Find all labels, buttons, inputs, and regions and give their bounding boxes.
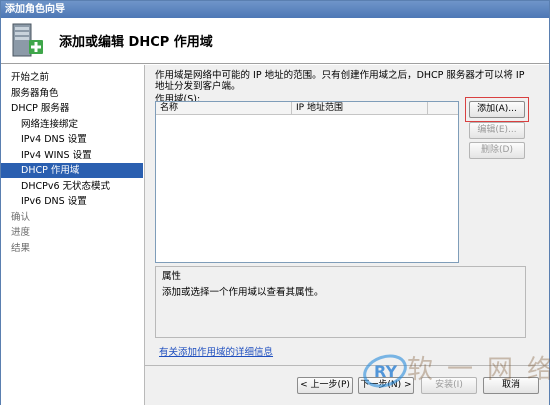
- sidebar-item: 服务器角色: [11, 87, 59, 99]
- highlight-box: [465, 97, 529, 122]
- properties-text: 添加或选择一个作用域以查看其属性。: [162, 287, 324, 298]
- sidebar-item: DHCPv6 无状态模式: [21, 180, 111, 192]
- scope-list[interactable]: 名称 IP 地址范围: [155, 101, 459, 263]
- sidebar-item: 结果: [11, 242, 31, 254]
- sidebar-item: 进度: [11, 227, 31, 238]
- help-link[interactable]: 有关添加作用域的详细信息: [159, 344, 273, 358]
- column-header-empty: [428, 102, 458, 115]
- scope-description: 作用域是网络中可能的 IP 地址的范围。只有创建作用域之后，DHCP 服务器才可…: [155, 70, 525, 92]
- sidebar-item: 确认: [11, 211, 31, 223]
- sidebar-item: IPv6 DNS 设置: [21, 196, 87, 207]
- window-title: 添加角色向导: [5, 4, 65, 15]
- sidebar-item: DHCP 作用域: [1, 163, 143, 178]
- watermark: RY 软一网络: [361, 341, 550, 403]
- properties-group: 属性 添加或选择一个作用域以查看其属性。: [155, 266, 526, 338]
- watermark-logo-icon: RY: [363, 354, 407, 388]
- title-bar: 添加角色向导: [1, 1, 549, 18]
- svg-text:RY: RY: [374, 362, 397, 381]
- sidebar-item: DHCP 服务器: [11, 103, 70, 114]
- properties-title: 属性: [162, 271, 182, 282]
- sidebar-item: 网络连接绑定: [21, 118, 79, 130]
- wizard-steps-sidebar: 开始之前服务器角色 DHCP 服务器网络连接绑定 IPv4 DNS 设置 IPv4 W…: [1, 65, 144, 405]
- column-header-name[interactable]: 名称: [156, 102, 292, 115]
- scope-list-header: 名称 IP 地址范围: [156, 102, 458, 115]
- sidebar-item: IPv4 WINS 设置: [21, 149, 92, 161]
- sidebar-item: 开始之前: [11, 72, 50, 83]
- edit-scope-button[interactable]: 编辑(E)...: [469, 122, 525, 139]
- delete-scope-button[interactable]: 删除(D): [469, 142, 525, 159]
- column-header-ip-range[interactable]: IP 地址范围: [292, 102, 428, 115]
- watermark-text: 软一网络: [407, 355, 550, 385]
- server-role-icon: [12, 23, 43, 57]
- page-title: 添加或编辑 DHCP 作用域: [59, 35, 213, 50]
- wizard-window: 添加角色向导 添加或编辑 DHCP 作用域 开始之前服务器角色 DHCP 服务器网…: [0, 0, 550, 405]
- sidebar-item: IPv4 DNS 设置: [21, 134, 87, 145]
- previous-button[interactable]: < 上一步(P): [297, 377, 353, 394]
- wizard-header: 添加或编辑 DHCP 作用域: [1, 18, 549, 64]
